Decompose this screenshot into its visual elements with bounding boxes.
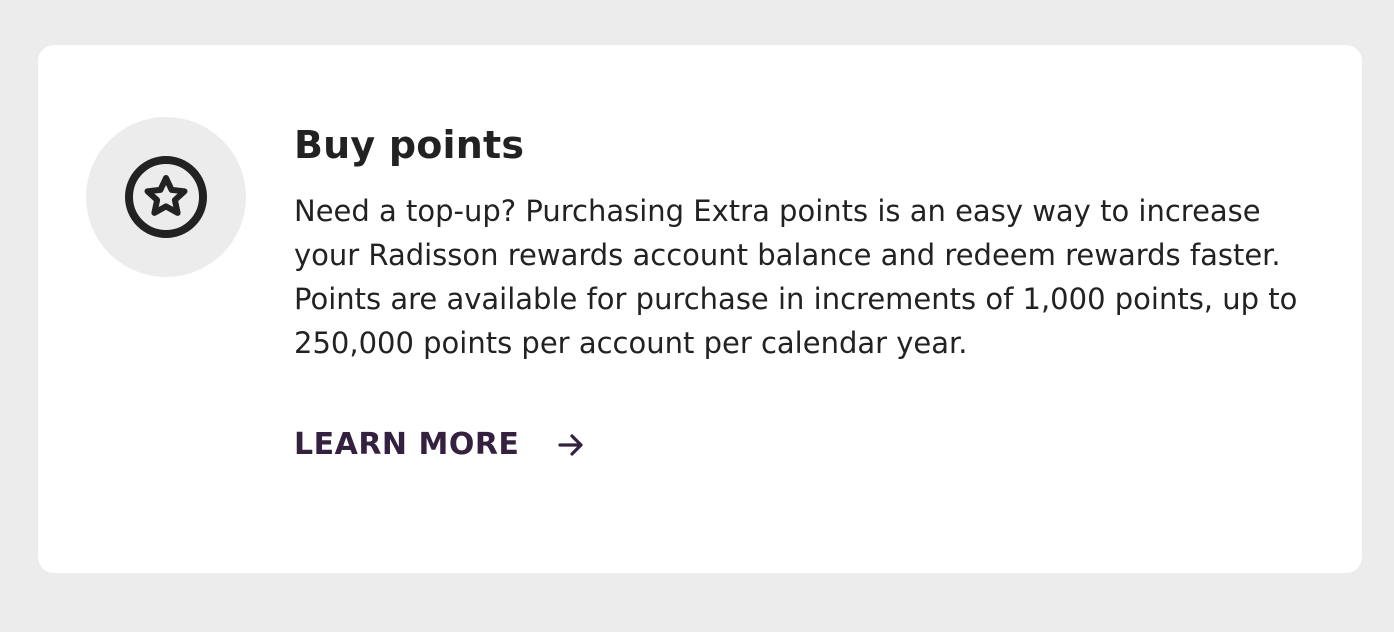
star-badge-icon	[125, 156, 207, 238]
learn-more-link[interactable]: LEARN MORE	[294, 425, 585, 465]
card-content: Buy points Need a top-up? Purchasing Ext…	[294, 121, 1324, 465]
learn-more-label: LEARN MORE	[294, 427, 520, 462]
buy-points-card: Buy points Need a top-up? Purchasing Ext…	[38, 45, 1362, 573]
card-title: Buy points	[294, 123, 525, 167]
card-description: Need a top-up? Purchasing Extra points i…	[294, 194, 1298, 360]
icon-circle	[86, 117, 246, 277]
arrow-right-icon	[558, 434, 584, 456]
